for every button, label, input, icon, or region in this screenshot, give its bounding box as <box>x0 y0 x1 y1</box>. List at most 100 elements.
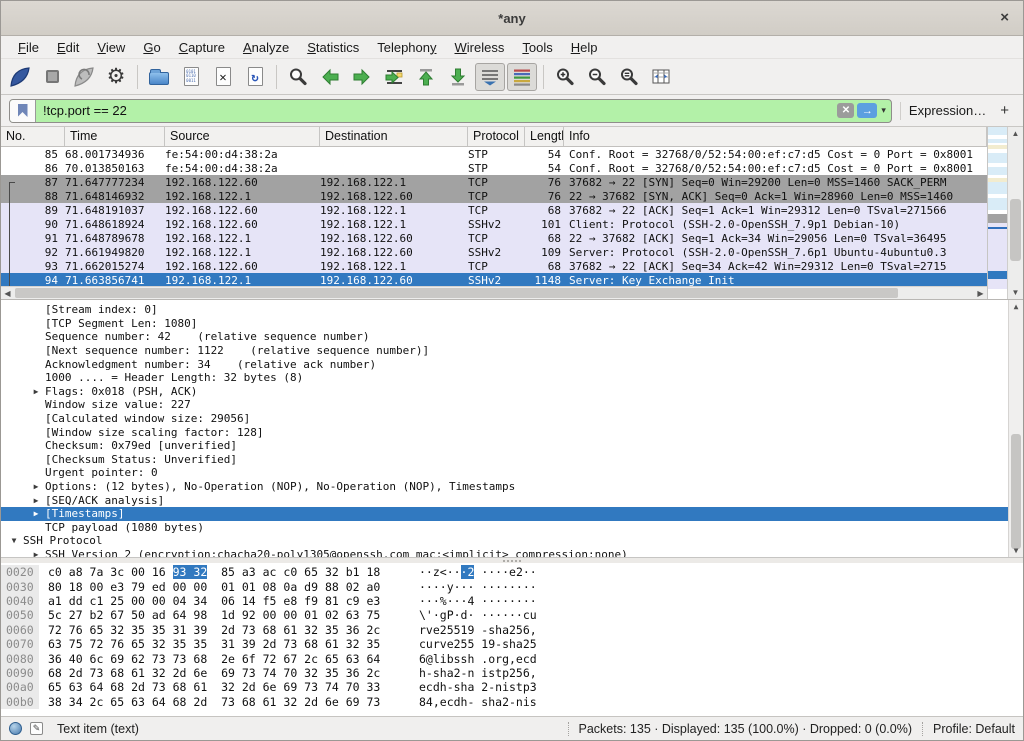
detail-scroll-thumb[interactable] <box>1011 434 1021 550</box>
hex-row[interactable]: 00b0 38 34 2c 65 63 64 68 2d 73 68 61 32… <box>1 695 1023 709</box>
hex-ascii[interactable]: rve25519 -sha256, <box>405 623 1023 637</box>
go-back-button[interactable] <box>315 63 345 91</box>
hex-bytes[interactable]: 5c 27 b2 67 50 ad 64 98 1d 92 00 00 01 0… <box>39 608 405 622</box>
column-header-info[interactable]: Info <box>564 127 987 146</box>
expression-button[interactable]: Expression… <box>909 103 986 118</box>
detail-vscrollbar[interactable]: ▲ ▼ <box>1008 300 1023 557</box>
hscroll-thumb[interactable] <box>15 288 898 298</box>
menu-item[interactable]: Capture <box>170 38 234 57</box>
menu-item[interactable]: Telephony <box>368 38 445 57</box>
column-header-protocol[interactable]: Protocol <box>468 127 525 146</box>
resize-columns-button[interactable] <box>646 63 676 91</box>
menu-item[interactable]: View <box>88 38 134 57</box>
packet-row[interactable]: 89 71.648191037 192.168.122.60 192.168.1… <box>1 203 987 217</box>
detail-line[interactable]: Window size value: 227 <box>1 398 1023 412</box>
detail-line[interactable]: [TCP Segment Len: 1080] <box>1 317 1023 331</box>
detail-line[interactable]: ▶SSH Version 2 (encryption:chacha20-poly… <box>1 548 1023 558</box>
scroll-up-icon[interactable]: ▲ <box>1008 129 1023 138</box>
expand-arrow-icon[interactable]: ▶ <box>27 496 45 505</box>
scroll-left-icon[interactable]: ◀ <box>1 289 14 298</box>
zoom-in-button[interactable] <box>550 63 580 91</box>
zoom-out-button[interactable] <box>582 63 612 91</box>
packet-list-vscrollbar[interactable]: ▲ ▼ <box>1007 127 1023 299</box>
detail-line[interactable]: Checksum: 0x79ed [unverified] <box>1 439 1023 453</box>
packet-row[interactable]: 88 71.648146932 192.168.122.1 192.168.12… <box>1 189 987 203</box>
detail-line[interactable]: [Window size scaling factor: 128] <box>1 425 1023 439</box>
colorize-button[interactable] <box>507 63 537 91</box>
capture-comment-icon[interactable]: ✎ <box>30 722 43 735</box>
packet-list-hscrollbar[interactable]: ◀ ▶ <box>1 286 987 299</box>
hex-ascii[interactable]: ecdh-sha 2-nistp3 <box>405 680 1023 694</box>
column-header-no[interactable]: No. <box>1 127 65 146</box>
hex-row[interactable]: 0020 c0 a8 7a 3c 00 16 93 32 85 a3 ac c0… <box>1 565 1023 579</box>
detail-line[interactable]: Sequence number: 42 (relative sequence n… <box>1 330 1023 344</box>
go-to-packet-button[interactable] <box>379 63 409 91</box>
expand-arrow-icon[interactable]: ▶ <box>27 509 45 518</box>
save-file-button[interactable]: 010101100011 <box>176 63 206 91</box>
expert-info-icon[interactable] <box>9 722 22 735</box>
menu-item[interactable]: File <box>9 38 48 57</box>
go-to-top-button[interactable] <box>411 63 441 91</box>
close-file-button[interactable]: ✕ <box>208 63 238 91</box>
hex-ascii[interactable]: ···%···4 ········ <box>405 594 1023 608</box>
hex-row[interactable]: 0040 a1 dd c1 25 00 00 04 34 06 14 f5 e8… <box>1 594 1023 608</box>
menu-item[interactable]: Tools <box>513 38 561 57</box>
close-icon[interactable]: × <box>1000 9 1009 26</box>
find-packet-button[interactable] <box>283 63 313 91</box>
scroll-up-icon[interactable]: ▲ <box>1009 302 1023 311</box>
hex-bytes[interactable]: 72 76 65 32 35 35 31 39 2d 73 68 61 32 3… <box>39 623 405 637</box>
intelligent-scrollbar-minimap[interactable] <box>987 127 1007 299</box>
filter-apply-button[interactable]: → <box>857 103 877 118</box>
hex-bytes[interactable]: 38 34 2c 65 63 64 68 2d 73 68 61 32 2d 6… <box>39 695 405 709</box>
restart-capture-button[interactable] <box>69 63 99 91</box>
expand-arrow-icon[interactable]: ▶ <box>27 387 45 396</box>
hex-ascii[interactable]: 84,ecdh- sha2-nis <box>405 695 1023 709</box>
scroll-right-icon[interactable]: ▶ <box>974 289 987 298</box>
hex-row[interactable]: 0060 72 76 65 32 35 35 31 39 2d 73 68 61… <box>1 623 1023 637</box>
hex-bytes[interactable]: 80 18 00 e3 79 ed 00 00 01 01 08 0a d9 8… <box>39 580 405 594</box>
reload-file-button[interactable]: ↻ <box>240 63 270 91</box>
packet-row[interactable]: 90 71.648618924 192.168.122.60 192.168.1… <box>1 217 987 231</box>
detail-line[interactable]: [Checksum Status: Unverified] <box>1 453 1023 467</box>
packet-row[interactable]: 92 71.661949820 192.168.122.1 192.168.12… <box>1 245 987 259</box>
column-header-destination[interactable]: Destination <box>320 127 468 146</box>
auto-scroll-button[interactable] <box>475 63 505 91</box>
hex-bytes[interactable]: 63 75 72 76 65 32 35 35 31 39 2d 73 68 6… <box>39 637 405 651</box>
hex-row[interactable]: 0090 68 2d 73 68 61 32 2d 6e 69 73 74 70… <box>1 666 1023 680</box>
hex-ascii[interactable]: ····y··· ········ <box>405 580 1023 594</box>
packet-row[interactable]: 85 68.001734936 fe:54:00:d4:38:2a STP 54… <box>1 147 987 161</box>
add-filter-button[interactable]: + <box>1000 102 1009 119</box>
menu-item[interactable]: Go <box>134 38 169 57</box>
menu-item[interactable]: Statistics <box>298 38 368 57</box>
hex-row[interactable]: 0080 36 40 6c 69 62 73 73 68 2e 6f 72 67… <box>1 651 1023 665</box>
detail-line[interactable]: [Next sequence number: 1122 (relative se… <box>1 344 1023 358</box>
filter-dropdown-icon[interactable]: ▾ <box>881 105 886 116</box>
detail-line[interactable]: ▶[Timestamps] <box>1 507 1008 521</box>
detail-line[interactable]: Acknowledgment number: 34 (relative ack … <box>1 357 1023 371</box>
menu-item[interactable]: Help <box>562 38 607 57</box>
filter-bookmark-button[interactable] <box>10 100 36 122</box>
hex-bytes[interactable]: 36 40 6c 69 62 73 73 68 2e 6f 72 67 2c 6… <box>39 652 405 666</box>
hex-ascii[interactable]: 6@libssh .org,ecd <box>405 652 1023 666</box>
hex-ascii[interactable]: \'·gP·d· ······cu <box>405 608 1023 622</box>
hex-bytes[interactable]: 65 63 64 68 2d 73 68 61 32 2d 6e 69 73 7… <box>39 680 405 694</box>
packet-row[interactable]: 87 71.647777234 192.168.122.60 192.168.1… <box>1 175 987 189</box>
column-header-length[interactable]: Length <box>525 127 564 146</box>
scroll-down-icon[interactable]: ▼ <box>1008 288 1023 297</box>
packet-row[interactable]: 86 70.013850163 fe:54:00:d4:38:2a STP 54… <box>1 161 987 175</box>
open-file-button[interactable] <box>144 63 174 91</box>
detail-line[interactable]: [Calculated window size: 29056] <box>1 412 1023 426</box>
detail-line[interactable]: Urgent pointer: 0 <box>1 466 1023 480</box>
hex-row[interactable]: 0030 80 18 00 e3 79 ed 00 00 01 01 08 0a… <box>1 579 1023 593</box>
hex-bytes[interactable]: 68 2d 73 68 61 32 2d 6e 69 73 74 70 32 3… <box>39 666 405 680</box>
expand-arrow-icon[interactable]: ▶ <box>27 482 45 491</box>
capture-options-button[interactable]: ⚙ <box>101 63 131 91</box>
hex-bytes[interactable]: c0 a8 7a 3c 00 16 93 32 85 a3 ac c0 65 3… <box>39 565 405 579</box>
column-header-source[interactable]: Source <box>165 127 320 146</box>
menu-item[interactable]: Edit <box>48 38 88 57</box>
hex-bytes[interactable]: a1 dd c1 25 00 00 04 34 06 14 f5 e8 f9 8… <box>39 594 405 608</box>
column-header-time[interactable]: Time <box>65 127 165 146</box>
detail-line[interactable]: ▼SSH Protocol <box>1 534 1023 548</box>
display-filter-input[interactable]: !tcp.port == 22 ✕ → ▾ <box>9 99 892 123</box>
expand-arrow-icon[interactable]: ▶ <box>27 550 45 558</box>
